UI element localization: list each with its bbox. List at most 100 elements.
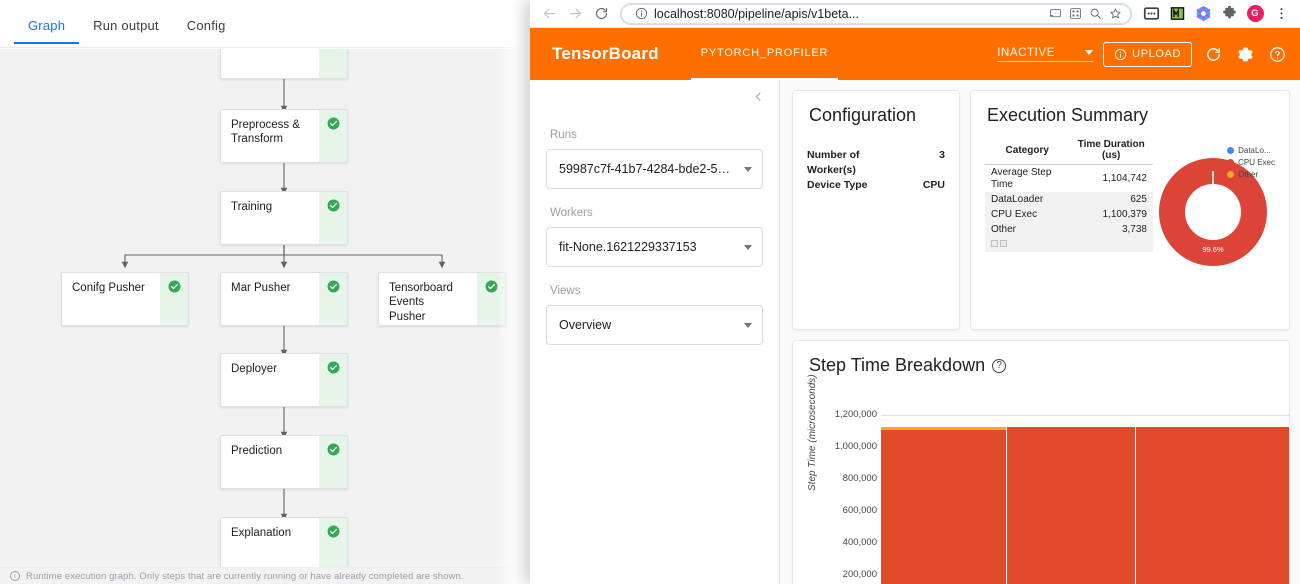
tab-run-output[interactable]: Run output [79, 18, 173, 42]
table-header-row: Category Time Duration (us) [985, 136, 1153, 165]
step-time-breakdown-title-text: Step Time Breakdown [809, 355, 986, 375]
extensions-puzzle-icon[interactable] [1218, 3, 1240, 25]
graph-footer-text: Runtime execution graph. Only steps that… [26, 570, 464, 582]
qr-code-icon[interactable] [1067, 6, 1083, 22]
graph-node-deployer[interactable]: Deployer [220, 353, 348, 407]
table-footer-row [985, 237, 1153, 252]
pipeline-graph-canvas[interactable]: Visualization Preprocess & Transform [0, 49, 530, 567]
legend-dot [1227, 171, 1235, 178]
node-status [319, 110, 347, 162]
config-row-device-type: Device Type CPU [807, 178, 945, 193]
cell-duration: 1,100,379 [1069, 207, 1153, 222]
graph-footer: i Runtime execution graph. Only steps th… [0, 567, 530, 584]
bar-step-0[interactable] [881, 427, 1006, 584]
workers-select[interactable]: fit-None.1621229337153 [546, 227, 763, 267]
extension-m-icon[interactable] [1166, 3, 1188, 25]
bar-plot-area [881, 427, 1289, 584]
legend-item-other[interactable]: Other [1227, 170, 1275, 179]
bar-step-1[interactable] [1007, 427, 1135, 584]
execution-summary-donut-chart[interactable]: 99.6% DataLo... CPU Exec Other [1153, 136, 1281, 329]
chevron-left-icon[interactable] [752, 90, 765, 106]
views-label: Views [550, 285, 581, 297]
node-body: Training [221, 192, 319, 244]
bar-segment-other [881, 427, 1006, 430]
legend-dot [1227, 147, 1235, 154]
runs-select[interactable]: 59987c7f-41b7-4284-bde2-5840d86... [546, 149, 763, 189]
address-bar[interactable]: localhost:8080/pipeline/apis/v1beta... [620, 2, 1132, 25]
step-time-breakdown-plot[interactable]: Step Time (microseconds) 1,200,000 1,000… [793, 374, 1289, 584]
config-row-workers: Number of Worker(s) 3 [807, 148, 945, 178]
kubeflow-pipeline-pane: Graph Run output Config Simplify Graph [0, 0, 530, 584]
node-body: Deployer [221, 354, 319, 406]
column-header-category[interactable]: Category [985, 136, 1070, 165]
tensorboard-brand[interactable]: TensorBoard [552, 44, 659, 64]
help-circle-icon[interactable] [1266, 43, 1288, 65]
upload-button[interactable]: UPLOAD [1103, 41, 1192, 67]
settings-gear-icon[interactable] [1234, 43, 1256, 65]
refresh-icon[interactable] [1202, 43, 1224, 65]
column-header-duration[interactable]: Time Duration (us) [1069, 136, 1153, 165]
graph-node-tensorboard-events-pusher[interactable]: Tensorboard Events Pusher [378, 272, 506, 326]
tab-pytorch-profiler[interactable]: PYTORCH_PROFILER [690, 28, 839, 80]
views-select[interactable]: Overview [546, 305, 763, 345]
help-circle-icon[interactable]: ? [992, 358, 1007, 373]
graph-node-training[interactable]: Training [220, 191, 348, 245]
tab-graph[interactable]: Graph [14, 18, 80, 44]
reload-status-select[interactable]: INACTIVE [997, 46, 1094, 62]
avatar[interactable]: G [1244, 3, 1266, 25]
extension-dots-icon[interactable] [1140, 3, 1162, 25]
table-pager[interactable] [985, 237, 1153, 252]
graph-node-visualization[interactable]: Visualization [220, 49, 348, 79]
check-circle-icon [327, 443, 339, 456]
graph-node-prediction[interactable]: Prediction [220, 435, 348, 489]
tensorboard-header: TensorBoard PYTORCH_PROFILER INACTIVE UP… [530, 28, 1300, 80]
reload-status-value: INACTIVE [997, 46, 1055, 59]
table-row[interactable]: DataLoader 625 [985, 192, 1153, 207]
views-select-value: Overview [559, 318, 612, 332]
reload-button[interactable] [588, 1, 614, 27]
table-row[interactable]: Other 3,738 [985, 222, 1153, 237]
runs-label: Runs [550, 129, 577, 141]
summary-row: Configuration Number of Worker(s) 3 Devi… [792, 90, 1290, 330]
info-icon: i [10, 571, 20, 581]
execution-summary-content: Category Time Duration (us) Average Step… [971, 126, 1289, 329]
configuration-card: Configuration Number of Worker(s) 3 Devi… [792, 90, 960, 330]
y-tick-label: 200,000 [842, 569, 877, 580]
cast-icon[interactable] [1047, 6, 1063, 22]
y-tick-label: 1,200,000 [834, 409, 877, 420]
graph-node-conifg-pusher[interactable]: Conifg Pusher [61, 272, 189, 326]
y-tick-label: 800,000 [842, 473, 877, 484]
graph-node-mar-pusher[interactable]: Mar Pusher [220, 272, 348, 326]
address-bar-url: localhost:8080/pipeline/apis/v1beta... [654, 6, 860, 21]
cell-category: DataLoader [985, 192, 1070, 207]
tensorboard-main: Configuration Number of Worker(s) 3 Devi… [780, 80, 1300, 584]
tab-config[interactable]: Config [173, 18, 240, 42]
y-axis-label: Step Time (microseconds) [807, 374, 818, 491]
bar-step-2[interactable] [1136, 427, 1289, 584]
node-status [319, 436, 347, 488]
pager-prev-icon[interactable] [991, 240, 998, 247]
node-body: Visualization [221, 49, 319, 78]
forward-button[interactable] [562, 1, 588, 27]
back-button[interactable] [536, 1, 562, 27]
y-tick-label: 1,000,000 [834, 441, 877, 452]
chevron-down-icon [744, 322, 752, 328]
check-circle-icon [327, 199, 339, 212]
kebab-menu-icon[interactable] [1270, 3, 1292, 25]
node-body: Mar Pusher [221, 273, 319, 325]
graph-node-preprocess-transform[interactable]: Preprocess & Transform [220, 109, 348, 163]
legend-item-cpu-exec[interactable]: CPU Exec [1227, 158, 1275, 167]
zoom-out-icon[interactable] [1087, 6, 1103, 22]
table-row[interactable]: CPU Exec 1,100,379 [985, 207, 1153, 222]
table-row[interactable]: Average Step Time 1,104,742 [985, 165, 1153, 193]
node-label: Explanation [231, 527, 292, 539]
bookmark-star-icon[interactable] [1107, 6, 1123, 22]
config-value: CPU [922, 178, 945, 191]
legend-dot [1227, 159, 1235, 166]
site-info-icon[interactable] [633, 6, 649, 22]
legend-item-dataloader[interactable]: DataLo... [1227, 146, 1275, 155]
node-label: Training [231, 201, 273, 213]
pager-next-icon[interactable] [1000, 240, 1007, 247]
extension-snowflake-icon[interactable] [1192, 3, 1214, 25]
graph-node-explanation[interactable]: Explanation [220, 517, 348, 567]
